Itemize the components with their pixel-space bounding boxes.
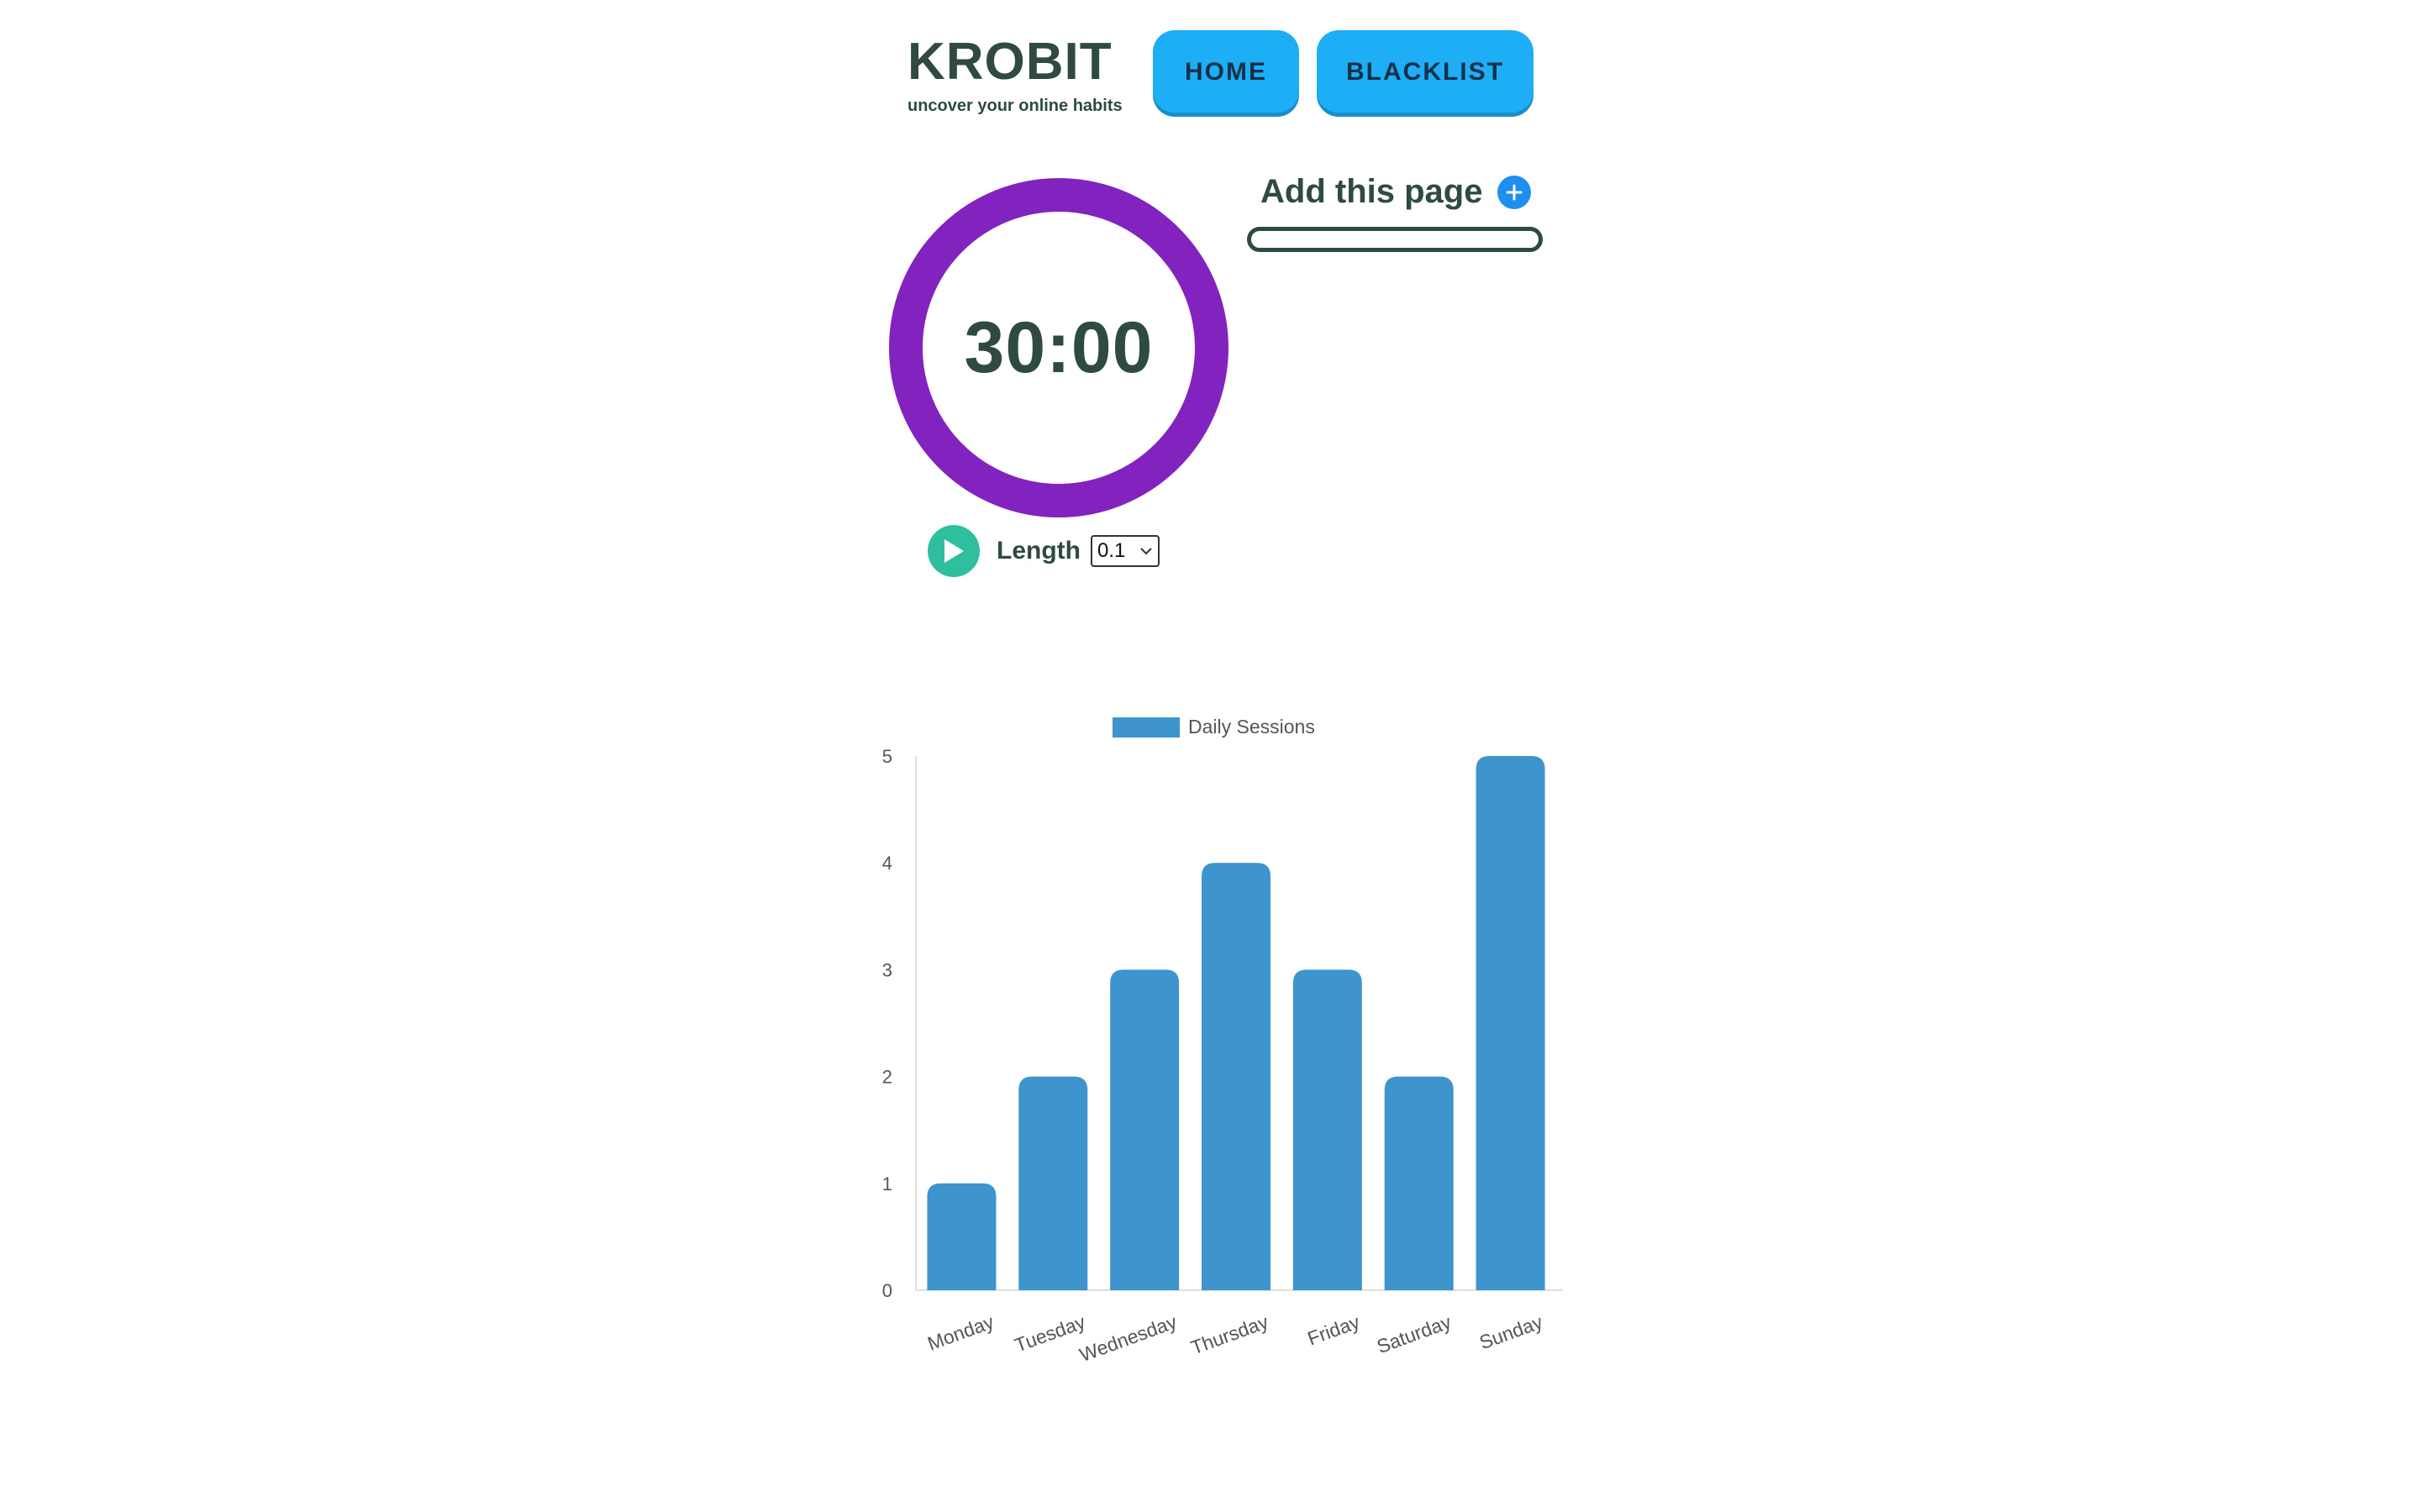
length-select-value: 0.1 [1097, 539, 1126, 562]
plus-icon [1506, 184, 1523, 200]
daily-sessions-chart: Daily Sessions 0 1 2 3 4 5 Monday TuesdayWednesd… [882, 716, 1563, 1366]
add-page-label: Add this page [1260, 173, 1483, 210]
app-subtitle: uncover your online habits [908, 97, 1123, 115]
play-button[interactable] [928, 525, 980, 577]
play-icon [944, 539, 964, 563]
timer-display: 30:00 [964, 307, 1154, 388]
x-tick-label: Tuesday [1012, 1310, 1088, 1356]
page-url-input[interactable] [1247, 227, 1543, 252]
x-tick-label: Friday [1305, 1310, 1363, 1349]
y-tick-label: 3 [882, 959, 892, 980]
legend-label: Daily Sessions [1188, 716, 1315, 738]
brand: KROBIT uncover your online habits [908, 30, 1123, 116]
home-button[interactable]: HOME [1153, 30, 1299, 113]
length-label: Length [997, 537, 1081, 564]
legend-swatch [1113, 717, 1180, 738]
x-tick-label: Saturday [1374, 1310, 1455, 1357]
bar-saturday [1384, 1076, 1454, 1290]
length-select[interactable]: 0.1 [1090, 535, 1160, 567]
y-tick-label: 1 [882, 1173, 892, 1194]
app-title: KROBIT [908, 33, 1113, 91]
x-tick-label: Thursday [1188, 1310, 1271, 1358]
add-page-button[interactable] [1497, 175, 1532, 209]
timer-ring: 30:00 [889, 178, 1228, 517]
app: KROBIT uncover your online habits HOME B… [874, 0, 1563, 1512]
y-tick-label: 5 [882, 746, 892, 767]
x-tick-label: Monday [924, 1310, 997, 1355]
timer-controls: Length 0.1 [928, 524, 1160, 578]
bar-tuesday [1018, 1076, 1088, 1290]
bar-sunday [1476, 756, 1545, 1290]
x-tick-label: Wednesday [1076, 1310, 1180, 1366]
chevron-down-icon [1140, 548, 1152, 555]
y-tick-label: 2 [882, 1067, 892, 1088]
bar-friday [1292, 969, 1362, 1290]
bar-thursday [1202, 863, 1270, 1290]
y-tick-label: 0 [882, 1280, 892, 1301]
bar-monday [927, 1183, 997, 1290]
add-page-row: Add this page [1260, 173, 1532, 211]
bar-wednesday [1110, 969, 1180, 1290]
x-tick-label: Sunday [1476, 1310, 1546, 1353]
y-tick-label: 4 [882, 853, 892, 874]
blacklist-button[interactable]: BLACKLIST [1317, 30, 1534, 113]
